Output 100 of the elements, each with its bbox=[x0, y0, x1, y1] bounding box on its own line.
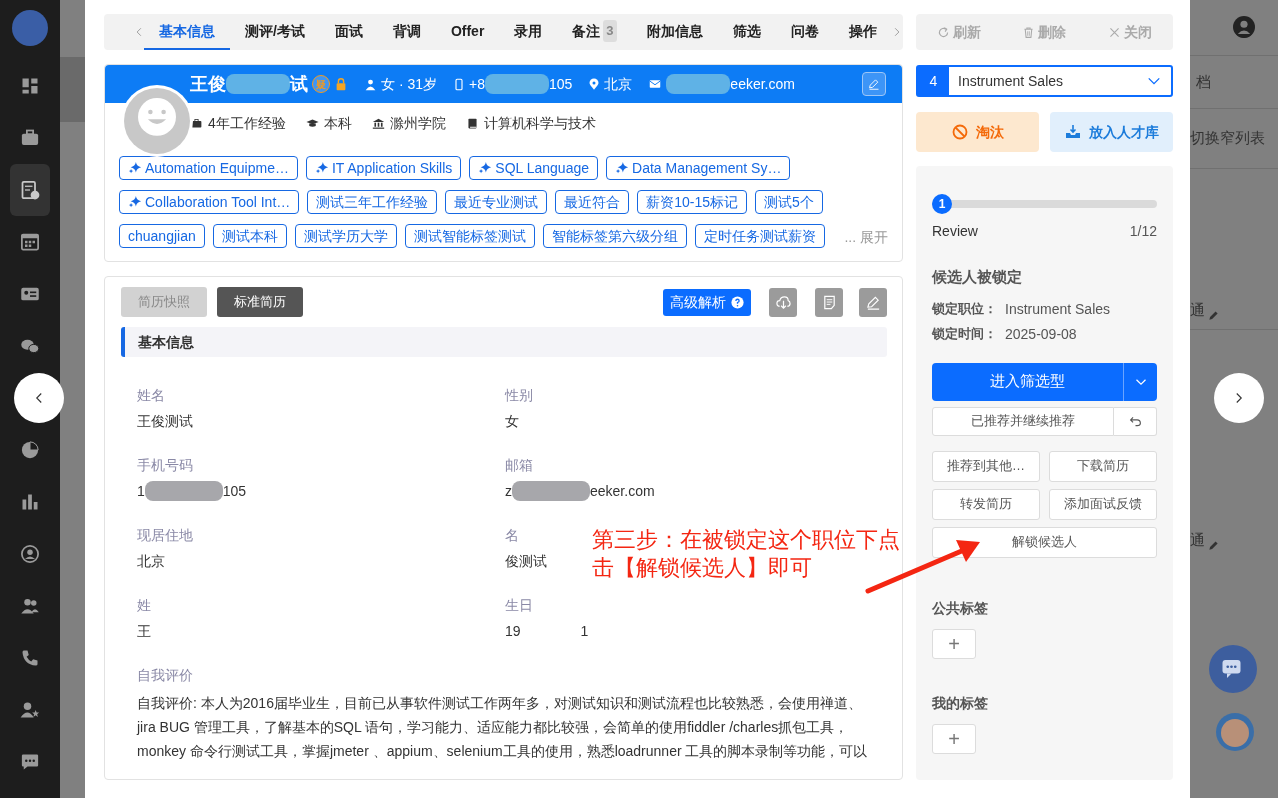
advanced-parse-button[interactable]: 高级解析 bbox=[663, 288, 751, 316]
redaction-blur bbox=[666, 74, 731, 94]
tag: SQL Language bbox=[469, 156, 598, 180]
field-value: 北京 bbox=[137, 552, 165, 571]
field-value: 19 bbox=[505, 622, 521, 641]
notes-button[interactable] bbox=[815, 287, 843, 317]
field-label: 手机号码 bbox=[137, 456, 193, 475]
phone-number: 105 bbox=[549, 74, 573, 94]
field-label: 自我评价 bbox=[137, 666, 193, 685]
field-label: 生日 bbox=[505, 596, 533, 615]
action-button[interactable]: 解锁候选人 bbox=[932, 526, 1157, 558]
email-address: eeker.com bbox=[730, 74, 795, 94]
tab[interactable]: Offer bbox=[435, 14, 500, 50]
mail-icon bbox=[648, 78, 663, 90]
tag: Collaboration Tool Int… bbox=[119, 190, 300, 214]
tag: chuangjian bbox=[119, 224, 205, 248]
redaction-blur bbox=[485, 74, 549, 94]
background-panel bbox=[60, 57, 85, 122]
tag: 测试5个 bbox=[755, 190, 823, 214]
lock-value: 2025-09-08 bbox=[1005, 324, 1077, 344]
tag: 最近专业测试 bbox=[445, 190, 548, 214]
view-toggle[interactable]: 标准简历 bbox=[217, 287, 303, 317]
action-button[interactable]: 推荐到其他… bbox=[932, 450, 1040, 482]
person-icon bbox=[364, 77, 377, 91]
sparkle-icon bbox=[314, 161, 329, 175]
graduation-cap-icon bbox=[305, 117, 319, 130]
lock-status: 候选人被锁定 bbox=[932, 267, 1023, 287]
field-label: 邮箱 bbox=[505, 456, 533, 475]
tag: 测试学历大学 bbox=[294, 224, 397, 248]
self-evaluation-text: 自我评价: 本人为2016届毕业生，目前已从事软件测试工作两年多，对测试知识和测试流程也比较熟悉，会使用禅道、jira BUG 管理工具，了解基本的SQL 语句，学习能力、适应能力都比较强，会简单的使用fiddler /charles抓包工具，monkey 命令行测试工具，掌握jmeter 、appium、selenium工具的使用，熟悉loadrunner 工具的脚本录制等功能，可以 bbox=[137, 694, 869, 761]
dropdown-toggle[interactable] bbox=[1123, 362, 1157, 401]
field-value: 王 bbox=[137, 622, 151, 641]
dashboard-icon bbox=[20, 76, 40, 96]
edit-button[interactable] bbox=[859, 287, 887, 317]
field-value: 105 bbox=[222, 482, 247, 501]
lock-value: Instrument Sales bbox=[1005, 299, 1111, 319]
job-title: Instrument Sales bbox=[957, 71, 1065, 91]
add-tag-button[interactable]: + bbox=[932, 723, 976, 754]
field-value: 1 bbox=[137, 482, 145, 501]
help-icon bbox=[731, 295, 744, 309]
message-icon bbox=[20, 752, 40, 772]
action-button[interactable]: 转发简历 bbox=[932, 488, 1040, 520]
sparkle-icon bbox=[128, 195, 142, 209]
action-button[interactable]: 添加面试反馈 bbox=[1049, 488, 1157, 520]
city: 北京 bbox=[604, 74, 633, 94]
resume-icon bbox=[20, 180, 40, 200]
tag: Automation Equipme… bbox=[119, 156, 298, 180]
profile-detail: 本科 bbox=[323, 114, 352, 133]
field-label: 名 bbox=[505, 526, 519, 545]
stage-name: Review bbox=[932, 222, 978, 241]
user-avatar-icon[interactable] bbox=[1233, 16, 1255, 38]
tab[interactable]: 测评/考试 bbox=[230, 14, 320, 50]
briefcase-icon bbox=[190, 117, 203, 130]
screening-button[interactable]: 进入筛选型 bbox=[932, 362, 1123, 401]
tab[interactable]: 背调 bbox=[377, 14, 436, 50]
lock-icon bbox=[334, 76, 348, 92]
logo bbox=[12, 10, 48, 46]
tab[interactable]: 录用 bbox=[499, 14, 558, 50]
candidate-name: 王俊 bbox=[190, 72, 226, 96]
sidebar-item[interactable] bbox=[10, 164, 50, 216]
field-value: z bbox=[505, 482, 512, 501]
mobile-icon bbox=[453, 76, 465, 92]
location-pin-icon bbox=[588, 76, 601, 92]
field-value: 王俊测试 bbox=[137, 412, 193, 431]
pencil-icon bbox=[1208, 540, 1219, 551]
tab[interactable]: 备注 3 bbox=[557, 14, 632, 50]
profile-detail: 4年工作经验 bbox=[208, 114, 286, 133]
calendar-icon bbox=[20, 232, 40, 252]
field-value: 1 bbox=[580, 622, 589, 641]
profile-detail: 计算机科学与技术 bbox=[483, 114, 596, 133]
close-icon bbox=[1108, 25, 1122, 39]
tab[interactable]: 筛选 bbox=[717, 14, 776, 50]
flag-badge: 疑 bbox=[312, 75, 330, 93]
bar-chart-icon bbox=[20, 492, 40, 512]
tab[interactable]: 操作 bbox=[833, 14, 892, 50]
tab[interactable]: 基本信息 bbox=[144, 14, 230, 50]
people-icon bbox=[20, 596, 40, 616]
talent-pool-button[interactable]: 放入人才库 bbox=[1050, 112, 1173, 152]
field-value: eeker.com bbox=[590, 482, 655, 501]
tab[interactable]: 面试 bbox=[319, 14, 378, 50]
action-button[interactable]: 下载简历 bbox=[1049, 450, 1157, 482]
tag: Data Management Sy… bbox=[606, 156, 791, 180]
add-tag-button[interactable]: + bbox=[932, 628, 976, 659]
count-badge: 3 bbox=[603, 20, 617, 42]
tag: 最近符合 bbox=[555, 190, 630, 214]
recommend-button[interactable]: 已推荐并继续推荐 bbox=[932, 406, 1114, 436]
sparkle-icon bbox=[615, 161, 629, 175]
tag: 测试智能标签测试 bbox=[404, 224, 535, 248]
background-text: 通 bbox=[1190, 529, 1205, 550]
bank-icon bbox=[371, 117, 385, 130]
briefcase-icon bbox=[20, 128, 40, 148]
document-icon bbox=[821, 294, 837, 310]
undo-button[interactable] bbox=[1114, 406, 1157, 436]
stage-position: 1/12 bbox=[1129, 222, 1157, 241]
job-select[interactable]: 4 Instrument Sales bbox=[916, 65, 1173, 97]
candidate-name: 试 bbox=[290, 72, 308, 96]
tab[interactable]: 附加信息 bbox=[631, 14, 718, 50]
tab[interactable]: 问卷 bbox=[775, 14, 834, 50]
download-button[interactable] bbox=[769, 287, 797, 317]
tag: 定时任务测试薪资 bbox=[694, 224, 825, 248]
